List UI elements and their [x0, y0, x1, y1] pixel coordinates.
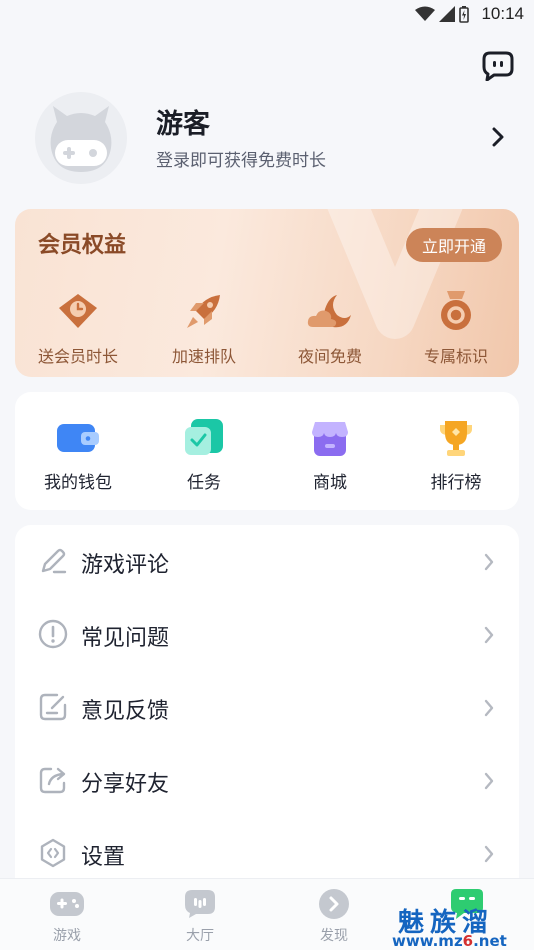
ticket-clock-icon	[59, 294, 97, 328]
wifi-icon	[415, 6, 436, 21]
vip-item-label: 专属标识	[423, 347, 488, 366]
vip-benefits-card[interactable]: 会员权益 立即开通 送会员时长 加速排队 夜间免费 专属标识	[15, 209, 519, 377]
chat-hall-icon	[185, 890, 215, 918]
signal-icon	[439, 6, 456, 22]
quick-item-wallet[interactable]: 我的钱包	[23, 418, 133, 493]
menu-item-feedback[interactable]: 意见反馈	[15, 671, 519, 743]
store-icon	[312, 422, 348, 456]
vip-item-exclusive-badge[interactable]: 专属标识	[406, 291, 506, 367]
settings-hex-icon	[40, 838, 66, 868]
login-hint[interactable]: 登录即可获得免费时长	[156, 146, 326, 171]
username: 游客	[156, 109, 210, 140]
vip-item-label: 加速排队	[171, 347, 236, 366]
tab-label: 游戏	[53, 928, 81, 944]
watermark-url-mid: 6	[462, 932, 474, 950]
profile-header[interactable]: 游客 登录即可获得免费时长	[35, 92, 515, 184]
quick-item-store[interactable]: 商城	[275, 418, 385, 493]
vip-title: 会员权益	[38, 233, 127, 258]
vip-item-label: 送会员时长	[37, 347, 118, 366]
exclamation-icon	[38, 619, 68, 649]
share-icon	[39, 767, 66, 794]
tab-label: 大厅	[186, 928, 214, 944]
rocket-icon	[187, 295, 220, 328]
menu-item-faq[interactable]: 常见问题	[15, 598, 519, 670]
menu-item-share[interactable]: 分享好友	[15, 744, 519, 816]
menu-item-label: 意见反馈	[81, 699, 170, 724]
menu-item-label: 分享好友	[81, 772, 170, 797]
chevron-right-icon	[484, 553, 494, 571]
robot-avatar-icon	[50, 106, 112, 172]
battery-icon	[459, 5, 470, 23]
status-icons	[415, 5, 470, 23]
moon-cloud-icon	[307, 295, 351, 328]
gamepad-icon	[50, 892, 84, 916]
vip-item-night-free[interactable]: 夜间免费	[280, 291, 380, 367]
status-bar: 10:14	[0, 0, 534, 28]
task-icon	[185, 419, 223, 455]
quick-item-label: 我的钱包	[44, 473, 112, 493]
quick-item-leaderboard[interactable]: 排行榜	[401, 418, 511, 493]
quick-item-tasks[interactable]: 任务	[149, 418, 259, 493]
quick-item-label: 任务	[187, 473, 221, 493]
quick-item-label: 商城	[313, 473, 347, 493]
vip-open-button[interactable]: 立即开通	[406, 228, 502, 262]
message-button[interactable]	[481, 50, 515, 82]
tab-games[interactable]: 游戏	[32, 887, 102, 945]
pencil-icon	[41, 548, 67, 574]
vip-item-fast-queue[interactable]: 加速排队	[154, 291, 254, 367]
tab-hall[interactable]: 大厅	[165, 887, 235, 945]
quick-item-label: 排行榜	[430, 473, 482, 493]
wallet-icon	[57, 424, 99, 452]
trophy-icon	[440, 421, 472, 456]
chevron-right-icon	[484, 626, 494, 644]
chevron-right-icon	[484, 845, 494, 863]
medal-icon	[441, 291, 471, 330]
chevron-right-icon	[484, 699, 494, 717]
menu-item-label: 设置	[81, 845, 126, 870]
vip-item-member-time[interactable]: 送会员时长	[28, 291, 128, 367]
feedback-icon	[39, 693, 67, 721]
settings-menu: 游戏评论 常见问题 意见反馈 分享好友 设置	[15, 525, 519, 895]
site-watermark: 魅族溜 www.mz6.net	[392, 902, 532, 950]
status-time: 10:14	[481, 4, 524, 23]
menu-item-game-review[interactable]: 游戏评论	[15, 525, 519, 597]
discover-icon	[319, 889, 349, 919]
watermark-url-prefix: www.mz	[392, 932, 463, 950]
menu-item-label: 常见问题	[81, 626, 170, 651]
chevron-right-icon[interactable]	[491, 126, 505, 148]
menu-item-label: 游戏评论	[81, 553, 170, 578]
quick-actions-card: 我的钱包 任务 商城 排行榜	[15, 392, 519, 510]
avatar[interactable]	[35, 92, 127, 184]
tab-discover[interactable]: 发现	[299, 887, 369, 945]
watermark-url: www.mz6.net	[392, 932, 507, 950]
message-icon	[482, 51, 514, 81]
watermark-url-suffix: .net	[473, 932, 507, 950]
vip-item-label: 夜间免费	[297, 347, 362, 366]
chevron-right-icon	[484, 772, 494, 790]
tab-label: 发现	[320, 928, 348, 944]
